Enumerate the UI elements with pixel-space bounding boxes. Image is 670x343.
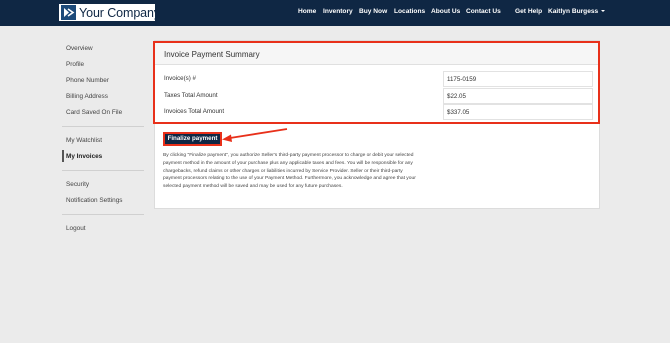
nav-buy-now[interactable]: Buy Now bbox=[359, 8, 387, 15]
nav-contact-us[interactable]: Contact Us bbox=[466, 8, 501, 15]
sidebar-item-phone-number[interactable]: Phone Number bbox=[66, 77, 109, 84]
sidebar-item-watchlist[interactable]: My Watchlist bbox=[66, 137, 102, 144]
company-logo[interactable]: Your Company bbox=[58, 3, 160, 22]
nav-get-help[interactable]: Get Help bbox=[515, 8, 542, 15]
summary-value: 1175-0159 bbox=[443, 71, 593, 87]
summary-row-taxes: Taxes Total Amount $22.05 bbox=[164, 88, 593, 104]
sidebar-item-billing-address[interactable]: Billing Address bbox=[66, 93, 108, 100]
summary-header: Invoice Payment Summary bbox=[155, 43, 598, 65]
user-menu[interactable]: Kaitlyn Burgess bbox=[548, 8, 606, 15]
nav-home[interactable]: Home bbox=[298, 8, 316, 15]
sidebar-divider bbox=[62, 214, 144, 215]
sidebar-item-notification-settings[interactable]: Notification Settings bbox=[66, 197, 122, 204]
caret-down-icon bbox=[601, 10, 606, 12]
sidebar-item-my-invoices[interactable]: My Invoices bbox=[66, 153, 102, 160]
summary-label: Invoices Total Amount bbox=[164, 108, 225, 115]
annotation-arrow-icon bbox=[222, 128, 288, 142]
sidebar-item-logout[interactable]: Logout bbox=[66, 225, 86, 232]
summary-value: $337.05 bbox=[443, 104, 593, 120]
nav-about-us[interactable]: About Us bbox=[431, 8, 460, 15]
nav-inventory[interactable]: Inventory bbox=[323, 8, 353, 15]
summary-label: Invoice(s) # bbox=[164, 75, 196, 82]
payment-authorization-text: By clicking "Finalize payment", you auth… bbox=[163, 153, 416, 190]
summary-value: $22.05 bbox=[443, 88, 593, 104]
sidebar-divider bbox=[62, 126, 144, 127]
user-name: Kaitlyn Burgess bbox=[548, 8, 599, 15]
finalize-payment-button[interactable]: Finalize payment bbox=[163, 132, 222, 146]
logo-icon bbox=[61, 5, 76, 20]
nav-locations[interactable]: Locations bbox=[394, 8, 425, 15]
invoice-payment-summary: Invoice Payment Summary Invoice(s) # 117… bbox=[153, 41, 600, 124]
sidebar-item-profile[interactable]: Profile bbox=[66, 61, 84, 68]
sidebar-item-overview[interactable]: Overview bbox=[66, 45, 93, 52]
sidebar-divider bbox=[62, 170, 144, 171]
summary-row-invoices: Invoice(s) # 1175-0159 bbox=[164, 71, 593, 87]
logo-text: Your Company bbox=[79, 5, 161, 20]
sidebar-item-card-saved[interactable]: Card Saved On File bbox=[66, 109, 122, 116]
sidebar-item-security[interactable]: Security bbox=[66, 181, 89, 188]
top-navbar: Your Company Home Inventory Buy Now Loca… bbox=[0, 0, 670, 26]
sidebar-active-indicator bbox=[62, 150, 64, 162]
summary-label: Taxes Total Amount bbox=[164, 92, 218, 99]
summary-title: Invoice Payment Summary bbox=[164, 50, 260, 59]
summary-row-total: Invoices Total Amount $337.05 bbox=[164, 104, 593, 120]
